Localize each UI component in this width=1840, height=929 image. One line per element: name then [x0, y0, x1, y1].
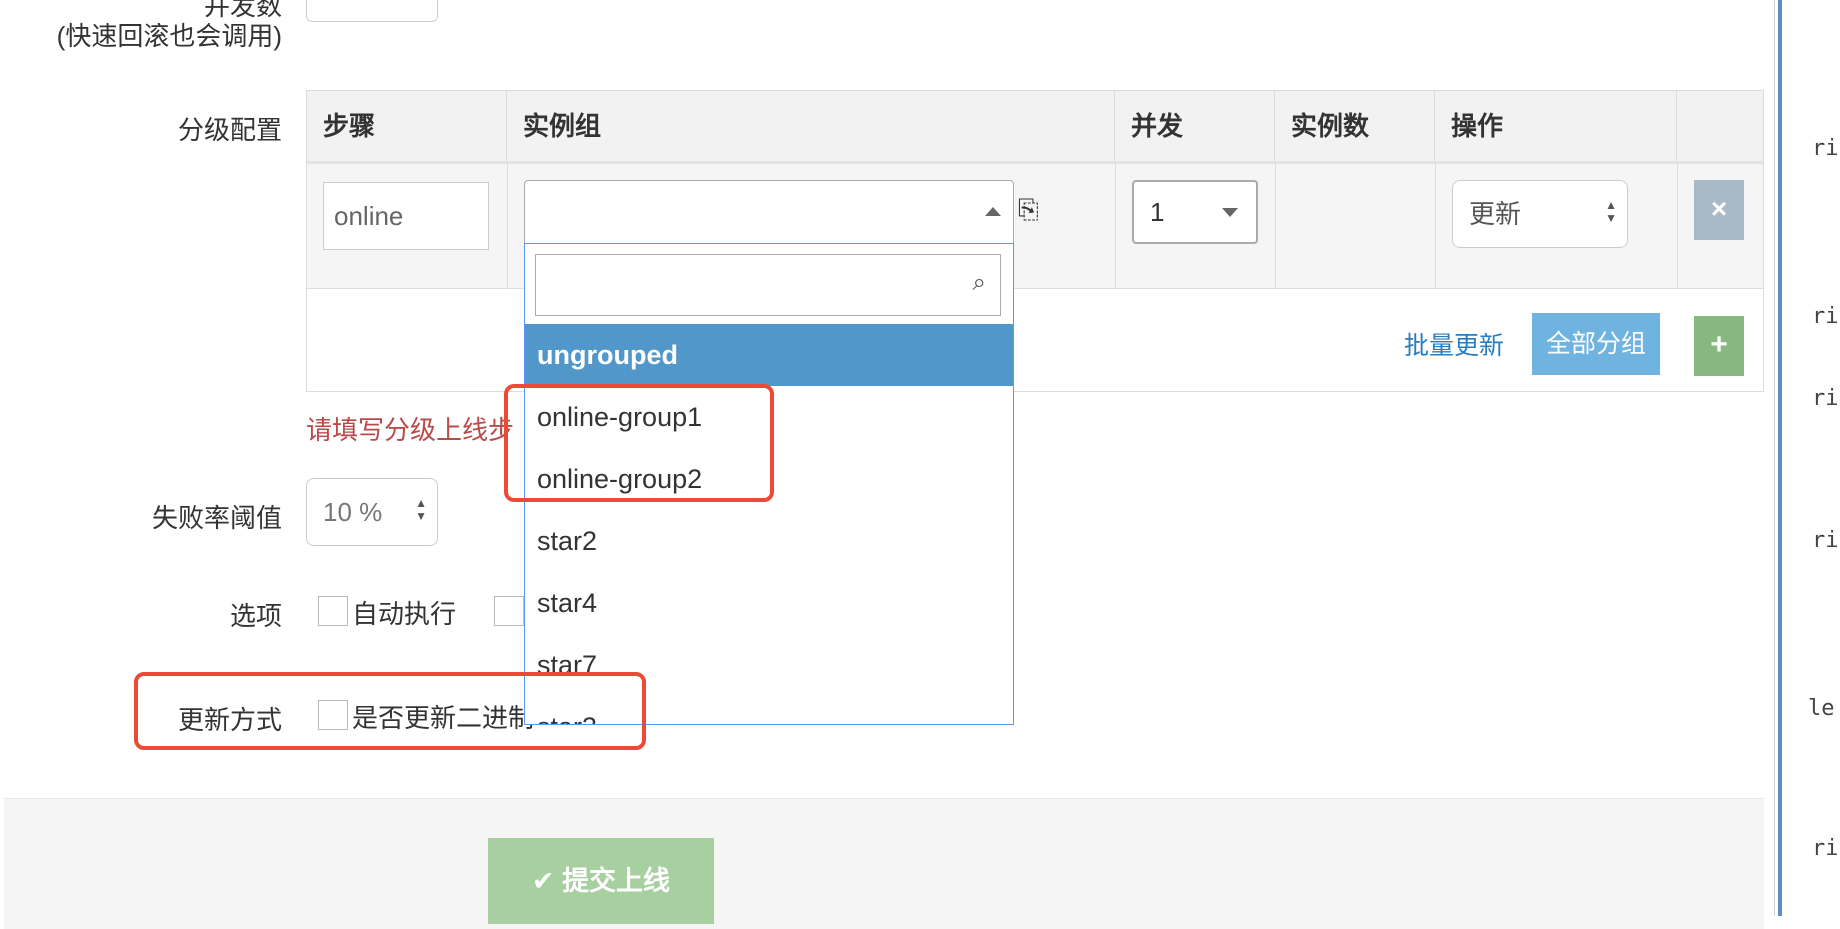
submit-label: 提交上线 [562, 866, 671, 896]
code-fragment: le [1808, 696, 1835, 721]
search-icon: ⌕ [972, 269, 986, 296]
instance-group-select[interactable] [524, 180, 1014, 248]
header-step: 步骤 [307, 91, 507, 161]
auto-execute-label: 自动执行 [352, 599, 457, 629]
code-fragment: ri [1812, 304, 1839, 329]
dropdown-search-input[interactable]: ⌕ [535, 254, 1001, 316]
header-instance-group: 实例组 [507, 91, 1115, 161]
form-actions [4, 798, 1764, 929]
grading-config-label: 分级配置 [177, 115, 282, 145]
concurrency-input-top[interactable] [306, 0, 438, 22]
validation-hint: 请填写分级上线步 [306, 415, 515, 445]
all-groups-button[interactable]: 全部分组 [1532, 313, 1660, 375]
dropdown-item-star2[interactable]: star2 [525, 510, 1013, 572]
rollback-concurrency-sublabel: (快速回滚也会调用) [56, 21, 282, 51]
fail-rate-select[interactable]: 10 % ▲ ▼ [306, 478, 438, 546]
dropdown-item-star4[interactable]: star4 [525, 572, 1013, 634]
header-concurrency: 并发 [1115, 91, 1275, 161]
annotation-box-update-mode [134, 672, 646, 750]
scrollbar-track [1774, 0, 1775, 916]
fail-rate-label: 失败率阈值 [151, 503, 282, 533]
operation-value: 更新 [1469, 199, 1522, 229]
annotation-box-groups [504, 384, 774, 502]
code-fragment: ri [1812, 836, 1839, 861]
concurrency-select[interactable]: 1 [1132, 180, 1258, 244]
submit-button[interactable]: ✔ 提交上线 [488, 838, 714, 924]
caret-up-icon [985, 207, 1001, 216]
updown-arrows-icon: ▲ ▼ [415, 496, 427, 523]
options-label: 选项 [229, 601, 282, 631]
operation-select[interactable]: 更新 ▲ ▼ [1452, 180, 1628, 248]
batch-update-link[interactable]: 批量更新 [1404, 326, 1504, 362]
copy-icon[interactable]: ⎘ [1018, 194, 1039, 226]
check-icon: ✔ [531, 866, 555, 896]
option-checkbox-2[interactable] [494, 596, 524, 626]
add-row-button[interactable]: + [1694, 316, 1744, 376]
header-operation: 操作 [1435, 91, 1677, 161]
updown-arrows-icon: ▲ ▼ [1605, 198, 1617, 225]
header-instance-count: 实例数 [1275, 91, 1435, 161]
concurrency-value: 1 [1150, 197, 1165, 227]
code-fragment: ri [1812, 136, 1839, 161]
code-fragment: ri [1812, 528, 1839, 553]
code-fragment: ri [1812, 386, 1839, 411]
dropdown-item-ungrouped[interactable]: ungrouped [525, 324, 1013, 386]
table-header: 步骤 实例组 并发 实例数 操作 [307, 91, 1763, 164]
caret-down-icon [1222, 208, 1238, 217]
fail-rate-value: 10 % [323, 497, 383, 527]
auto-execute-checkbox[interactable] [318, 596, 348, 626]
step-input[interactable]: online [323, 182, 489, 250]
delete-row-button[interactable]: × [1694, 180, 1744, 240]
